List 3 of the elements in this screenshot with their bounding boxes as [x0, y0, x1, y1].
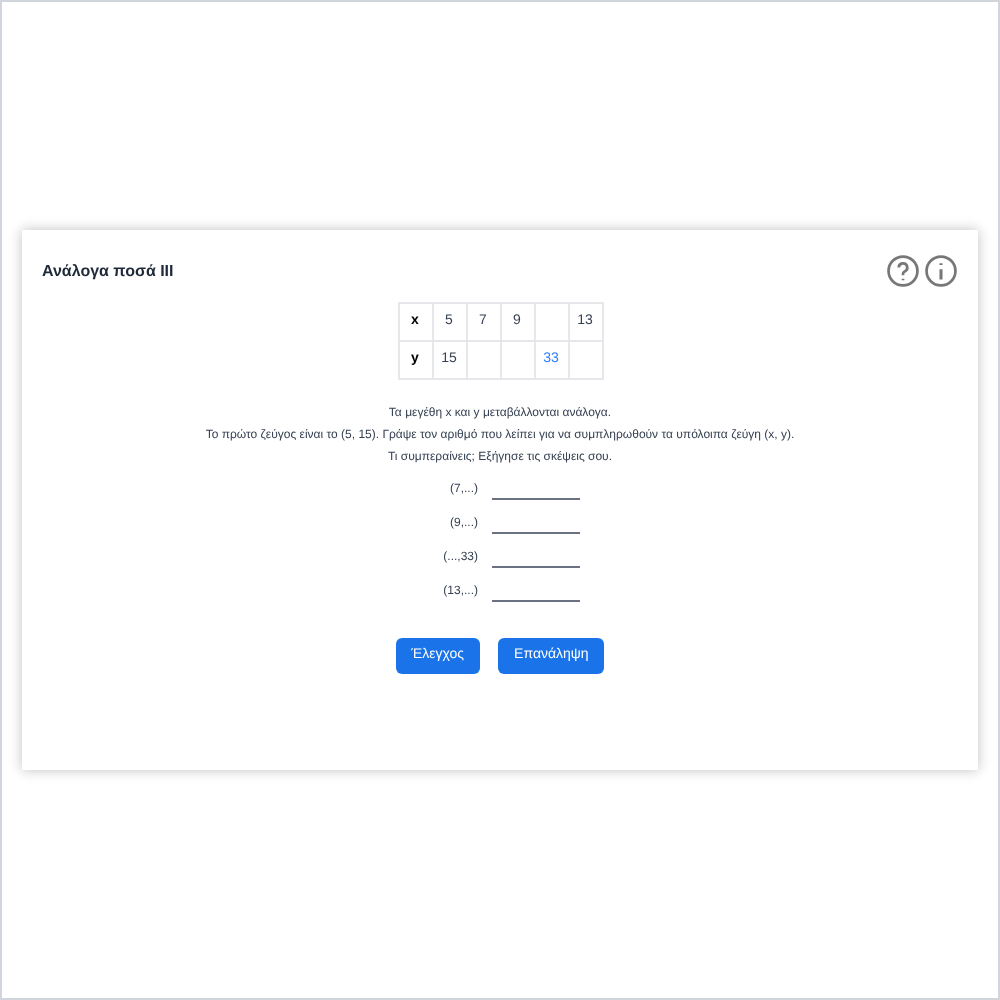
exercise-title: Ανάλογα ποσά ΙΙΙ [42, 259, 174, 283]
help-icon[interactable] [886, 254, 920, 288]
info-icon[interactable] [924, 254, 958, 288]
